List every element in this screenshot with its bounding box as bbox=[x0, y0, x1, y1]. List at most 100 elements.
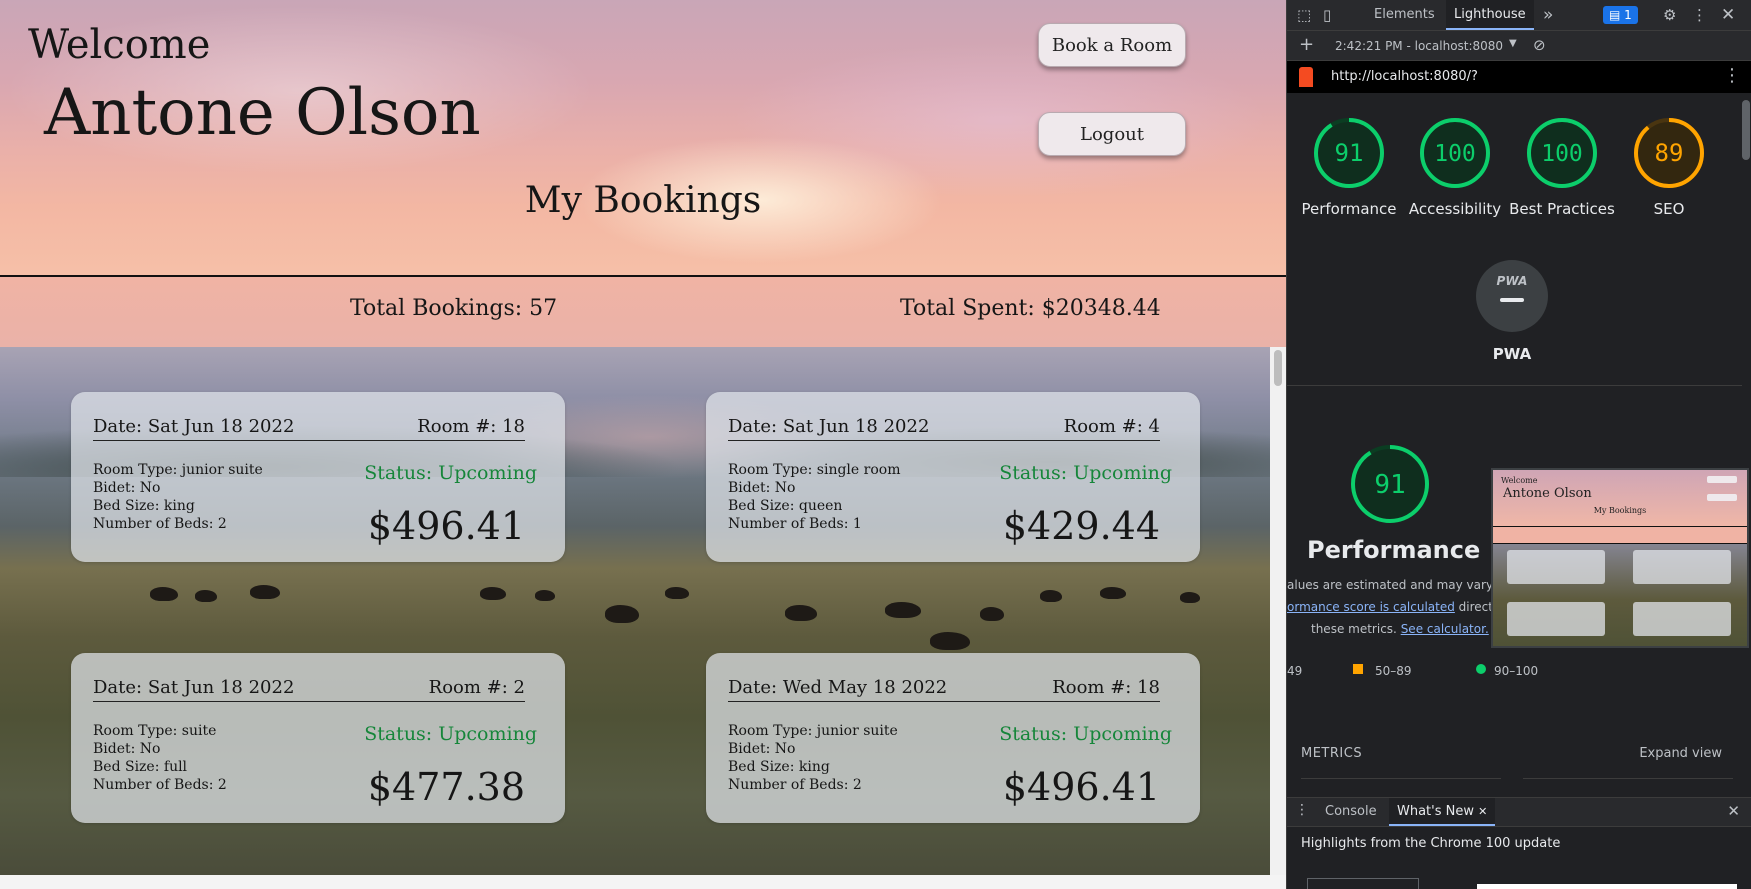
legend-fail: 49 bbox=[1287, 664, 1303, 678]
booking-room-number: Room #: 18 bbox=[417, 416, 525, 437]
booking-status: Status: Upcoming bbox=[364, 462, 537, 484]
booking-status: Status: Upcoming bbox=[364, 723, 537, 745]
report-selector[interactable]: 2:42:21 PM - localhost:8080 bbox=[1335, 39, 1503, 53]
close-icon[interactable]: ✕ bbox=[1721, 0, 1735, 30]
seo-gauge[interactable]: 89 bbox=[1633, 117, 1705, 189]
booking-bed-count: Number of Beds: 2 bbox=[93, 516, 227, 532]
tab-whats-new[interactable]: What's New ✕ bbox=[1389, 798, 1496, 826]
booking-bed-size: Bed Size: queen bbox=[728, 498, 843, 514]
card-divider bbox=[93, 440, 525, 441]
booking-bed-count: Number of Beds: 1 bbox=[728, 516, 862, 532]
legend-pass: 90–100 bbox=[1494, 664, 1539, 678]
new-report-icon[interactable]: + bbox=[1299, 34, 1314, 55]
pwa-dash-icon bbox=[1500, 298, 1524, 302]
thumb-book-button bbox=[1707, 476, 1737, 483]
thumb-card bbox=[1507, 550, 1605, 584]
page-scrollbar[interactable] bbox=[1270, 347, 1286, 875]
chevron-down-icon[interactable]: ▼ bbox=[1509, 38, 1517, 49]
issues-count: 1 bbox=[1624, 8, 1632, 22]
best-practices-gauge[interactable]: 100 bbox=[1526, 117, 1598, 189]
seo-score: 89 bbox=[1655, 139, 1684, 167]
booking-status: Status: Upcoming bbox=[999, 462, 1172, 484]
booking-room-type: Room Type: single room bbox=[728, 462, 901, 478]
performance-detail-score: 91 bbox=[1374, 470, 1405, 500]
book-room-button[interactable]: Book a Room bbox=[1038, 23, 1186, 67]
thumb-card bbox=[1633, 602, 1731, 636]
thumb-title: My Bookings bbox=[1593, 506, 1647, 515]
booking-price: $477.38 bbox=[367, 765, 525, 809]
more-tabs-icon[interactable]: » bbox=[1543, 0, 1553, 30]
booking-bed-count: Number of Beds: 2 bbox=[728, 777, 862, 793]
performance-gauge[interactable]: 91 bbox=[1313, 117, 1385, 189]
logout-button[interactable]: Logout bbox=[1038, 112, 1186, 156]
clear-icon[interactable]: ⊘ bbox=[1533, 36, 1546, 54]
pwa-gauge[interactable]: PWA bbox=[1476, 260, 1548, 332]
seo-label: SEO bbox=[1653, 200, 1685, 218]
tab-lighthouse[interactable]: Lighthouse bbox=[1446, 0, 1534, 30]
total-bookings: Total Bookings: 57 bbox=[350, 296, 558, 321]
perf-note-line1: alues are estimated and may vary. T bbox=[1287, 578, 1507, 592]
lighthouse-toolbar: + 2:42:21 PM - localhost:8080 ▼ ⊘ bbox=[1287, 31, 1751, 61]
total-spent: Total Spent: $20348.44 bbox=[900, 296, 1161, 321]
booking-bed-size: Bed Size: full bbox=[93, 759, 188, 775]
thumb-user-name: Antone Olson bbox=[1503, 486, 1592, 501]
booking-bed-count: Number of Beds: 2 bbox=[93, 777, 227, 793]
metrics-heading: METRICS bbox=[1301, 746, 1363, 761]
legend-average: 50–89 bbox=[1375, 664, 1412, 678]
report-menu-icon[interactable]: ⋮ bbox=[1723, 65, 1741, 86]
scrollbar-thumb[interactable] bbox=[1274, 350, 1282, 386]
booking-card: Date: Wed May 18 2022 Room #: 18 Room Ty… bbox=[706, 653, 1200, 823]
devtools-drawer: ⋮ Console What's New ✕ ✕ Highlights from… bbox=[1287, 797, 1751, 889]
welcome-text: Welcome bbox=[28, 22, 211, 68]
issues-badge[interactable]: ▤ 1 bbox=[1603, 6, 1638, 24]
see-calculator-link[interactable]: See calculator. bbox=[1401, 622, 1489, 636]
tab-elements[interactable]: Elements bbox=[1366, 0, 1443, 30]
tab-console[interactable]: Console bbox=[1317, 798, 1385, 826]
booking-price: $496.41 bbox=[367, 504, 525, 548]
inspect-element-icon[interactable]: ⬚ bbox=[1297, 0, 1311, 30]
close-drawer-icon[interactable]: ✕ bbox=[1727, 802, 1740, 820]
card-divider bbox=[728, 701, 1160, 702]
devtools-tabbar: ⬚ ▯ Elements Lighthouse » ▤ 1 ⚙ ⋮ ✕ bbox=[1287, 0, 1751, 31]
section-title: My Bookings bbox=[524, 180, 762, 221]
perf-note-prefix: these metrics. bbox=[1311, 622, 1397, 636]
whats-new-headline: Highlights from the Chrome 100 update bbox=[1301, 836, 1561, 851]
devtools-scrollbar[interactable] bbox=[1742, 100, 1750, 160]
pass-circle-icon bbox=[1476, 664, 1486, 674]
booking-date: Date: Wed May 18 2022 bbox=[728, 677, 948, 698]
accessibility-gauge[interactable]: 100 bbox=[1419, 117, 1491, 189]
booking-room-type: Room Type: junior suite bbox=[93, 462, 263, 478]
whats-new-image bbox=[1477, 884, 1737, 889]
page-screenshot-thumbnail[interactable]: Welcome Antone Olson My Bookings bbox=[1491, 468, 1749, 648]
close-tab-icon[interactable]: ✕ bbox=[1478, 805, 1487, 818]
booking-bidet: Bidet: No bbox=[93, 480, 161, 496]
booking-room-number: Room #: 4 bbox=[1063, 416, 1160, 437]
performance-score: 91 bbox=[1335, 139, 1364, 167]
booking-price: $496.41 bbox=[1002, 765, 1160, 809]
page-bottom-strip bbox=[0, 875, 1286, 889]
perf-note-line2: ormance score is calculated directly bbox=[1287, 600, 1503, 614]
thumb-card bbox=[1633, 550, 1731, 584]
booking-room-number: Room #: 2 bbox=[428, 677, 525, 698]
devtools-panel: ⬚ ▯ Elements Lighthouse » ▤ 1 ⚙ ⋮ ✕ + 2:… bbox=[1286, 0, 1751, 889]
expand-view-toggle[interactable]: Expand view bbox=[1639, 746, 1722, 761]
best-practices-label: Best Practices bbox=[1509, 200, 1615, 218]
booking-card: Date: Sat Jun 18 2022 Room #: 2 Room Typ… bbox=[71, 653, 565, 823]
booking-bed-size: Bed Size: king bbox=[728, 759, 830, 775]
booking-bed-size: Bed Size: king bbox=[93, 498, 195, 514]
whats-new-link-box[interactable] bbox=[1307, 878, 1419, 889]
drawer-menu-icon[interactable]: ⋮ bbox=[1295, 802, 1309, 818]
performance-detail-gauge: 91 bbox=[1351, 445, 1429, 523]
user-name: Antone Olson bbox=[44, 76, 481, 150]
booking-status: Status: Upcoming bbox=[999, 723, 1172, 745]
gear-icon[interactable]: ⚙ bbox=[1663, 0, 1676, 30]
kebab-menu-icon[interactable]: ⋮ bbox=[1692, 0, 1707, 30]
perf-score-calc-link[interactable]: ormance score is calculated bbox=[1287, 600, 1455, 614]
booking-bidet: Bidet: No bbox=[93, 741, 161, 757]
thumb-logout-button bbox=[1707, 494, 1737, 501]
card-divider bbox=[728, 440, 1160, 441]
report-url[interactable]: http://localhost:8080/? bbox=[1331, 69, 1478, 84]
tab-whats-new-label: What's New bbox=[1397, 804, 1474, 819]
thumb-card bbox=[1507, 602, 1605, 636]
device-toolbar-icon[interactable]: ▯ bbox=[1323, 0, 1331, 30]
